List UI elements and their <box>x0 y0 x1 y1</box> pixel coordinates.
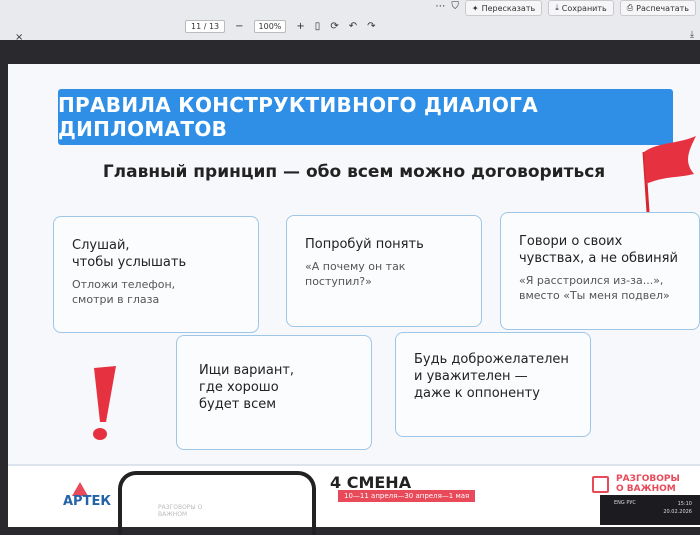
print-button[interactable]: ⎙ Распечатать <box>619 0 696 16</box>
save-button[interactable]: ⤓ Сохранить <box>548 0 614 16</box>
rule-card-listen: Слушай, чтобы услышать Отложи телефон, с… <box>53 216 259 333</box>
rotate-icon[interactable]: ⟳ <box>330 21 338 32</box>
close-icon[interactable]: × <box>15 32 23 43</box>
rule-card-respect: Будь доброжелателен и уважителен — даже … <box>395 332 591 437</box>
redo-icon[interactable]: ↷ <box>367 21 375 32</box>
card-heading: Слушай, чтобы услышать <box>72 238 187 270</box>
zoom-out-button[interactable]: − <box>235 21 243 32</box>
undo-icon[interactable]: ↶ <box>349 21 357 32</box>
slide-footer: АРТЕК РАЗГОВОРЫ О ВАЖНОМ 4 СМЕНА 10—11 а… <box>8 464 700 535</box>
project-name: РАЗГОВОРЫ О ВАЖНОМ <box>616 474 680 494</box>
zoom-in-button[interactable]: + <box>296 21 304 32</box>
printer-icon: ⎙ <box>626 3 634 12</box>
phone-illustration <box>118 471 316 535</box>
more-icon[interactable]: ⋯ <box>435 0 445 16</box>
retell-button[interactable]: ✦ Пересказать <box>464 0 543 16</box>
card-heading: Ищи вариант, где хорошо будет всем <box>199 363 295 412</box>
sparkle-icon: ✦ <box>471 3 479 13</box>
viewer-controls: 11 / 13 − 100% + ▯ ⟳ ↶ ↷ <box>185 20 375 33</box>
artek-brand: АРТЕК <box>63 494 111 509</box>
rule-card-feelings: Говори о своих чувствах, а не обвиняй «Я… <box>500 212 700 330</box>
pdf-viewer-toolbar: 11 / 13 − 100% + ▯ ⟳ ↶ ↷ ⋯ ⛉ ✦ Пересказа… <box>0 0 700 43</box>
card-note: Отложи телефон, смотри в глаза <box>72 278 176 306</box>
language-indicator[interactable]: ENG РУС <box>614 500 636 506</box>
slide-subtitle: Главный принцип — обо всем можно договор… <box>102 162 606 182</box>
phone-screen-label: РАЗГОВОРЫ О ВАЖНОМ <box>158 504 203 518</box>
slide-title: ПРАВИЛА КОНСТРУКТИВНОГО ДИАЛОГА ДИПЛОМАТ… <box>58 89 673 145</box>
fit-page-icon[interactable]: ▯ <box>315 21 321 32</box>
exclamation-mark-icon <box>93 366 116 440</box>
rule-card-compromise: Ищи вариант, где хорошо будет всем <box>176 335 372 450</box>
card-note: «А почему он так поступил?» <box>305 260 406 288</box>
windows-taskbar: ENG РУС 15:10 20.02.2026 <box>600 495 700 525</box>
card-heading: Попробуй понять <box>305 237 424 252</box>
page-indicator[interactable]: 11 / 13 <box>185 20 226 33</box>
zoom-level[interactable]: 100% <box>253 20 287 33</box>
card-heading: Будь доброжелателен и уважителен — даже … <box>414 352 569 401</box>
bookmark-icon[interactable]: ⛉ <box>451 0 459 16</box>
slide-page: ПРАВИЛА КОНСТРУКТИВНОГО ДИАЛОГА ДИПЛОМАТ… <box>8 64 700 535</box>
viewer-actions: ⋯ ⛉ ✦ Пересказать ⤓ Сохранить ⎙ Распечат… <box>435 0 696 16</box>
shift-dates: 10—11 апреля—30 апреля—1 мая <box>338 490 476 502</box>
taskbar-clock[interactable]: 15:10 20.02.2026 <box>663 500 692 516</box>
card-note: «Я расстроился из-за...», вместо «Ты мен… <box>519 274 670 302</box>
download-icon: ⤓ <box>555 3 559 12</box>
download-panel-icon[interactable]: ⤓ <box>690 30 694 40</box>
rule-card-understand: Попробуй понять «А почему он так поступи… <box>286 215 482 327</box>
card-heading: Говори о своих чувствах, а не обвиняй <box>519 234 678 266</box>
